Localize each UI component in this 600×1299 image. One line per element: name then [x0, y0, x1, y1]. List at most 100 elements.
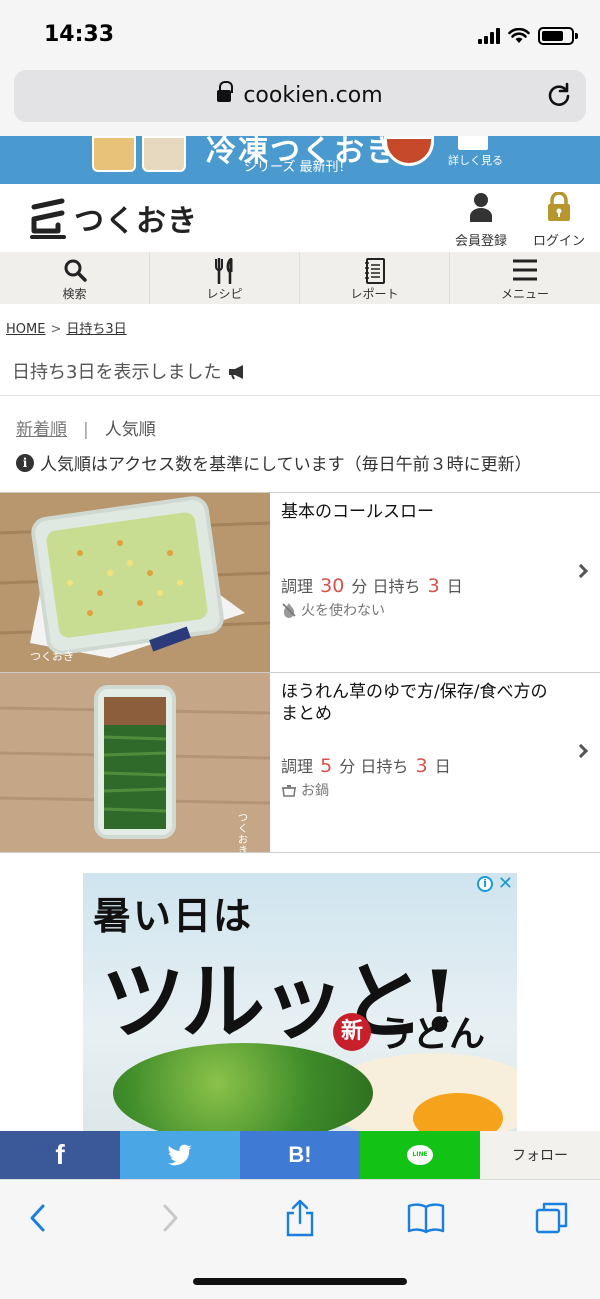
ranking-notice: i 人気順はアクセス数を基準にしています（毎日午前３時に更新）: [16, 450, 532, 475]
follow-button[interactable]: フォロー: [480, 1131, 600, 1179]
photo-watermark: つくおき: [238, 813, 248, 852]
breadcrumb-home-link[interactable]: HOME: [6, 322, 45, 337]
nav-label: 検索: [62, 287, 87, 301]
main-nav: 検索 レシピ レポート メニュー: [0, 252, 600, 304]
share-hatena-button[interactable]: B!: [240, 1131, 360, 1179]
login-label: ログイン: [532, 234, 585, 249]
cook-label: 調理: [281, 577, 314, 596]
lock-icon: [548, 191, 570, 221]
register-label: 会員登録: [454, 234, 507, 249]
url-display[interactable]: cookien.com: [14, 81, 586, 108]
minutes-unit: 分: [351, 577, 368, 596]
tabs-icon: [535, 1202, 568, 1234]
minutes-unit: 分: [339, 757, 356, 776]
keep-days: 3: [415, 755, 428, 777]
breadcrumb-current-link[interactable]: 日持ち3日: [66, 322, 126, 337]
browser-address-area: cookien.com: [0, 60, 600, 136]
divider: [0, 395, 600, 396]
battery-level: [542, 31, 563, 41]
hamburger-icon: [513, 259, 537, 281]
recipe-photo[interactable]: つくおき: [0, 493, 270, 672]
ad-info-icon[interactable]: i: [477, 876, 493, 892]
recipe-item[interactable]: つくおき ほうれん草のゆで方/保存/食べ方のまとめ 調理 5 分 日持ち 3 日…: [0, 673, 600, 853]
udon-advertisement[interactable]: 暑い日は ツルッと! 新 うどん i ✕: [83, 873, 517, 1131]
back-button[interactable]: [18, 1198, 58, 1238]
register-button[interactable]: 会員登録: [446, 192, 516, 249]
book-promo-banner[interactable]: 冷凍つくおき シリーズ 最新刊！ 詳しく見る: [0, 136, 600, 184]
nav-item-search[interactable]: 検索: [0, 252, 150, 304]
nav-label: レシピ: [206, 287, 243, 301]
chevron-right-icon[interactable]: [573, 563, 589, 579]
site-logo[interactable]: つくおき: [28, 188, 198, 248]
cook-time: 30: [320, 575, 345, 597]
logo-text: つくおき: [74, 204, 198, 239]
recipe-item[interactable]: つくおき 基本のコールスロー 調理 30 分 日持ち 3 日 火を使わない: [0, 493, 600, 673]
coleslaw-photo: [0, 493, 270, 672]
lock-icon: [217, 81, 234, 103]
line-icon: LINE: [407, 1145, 433, 1165]
notice-text: 人気順はアクセス数を基準にしています（毎日午前３時に更新）: [40, 455, 532, 475]
info-icon: i: [16, 453, 34, 472]
sort-popular-current: 人気順: [104, 420, 156, 440]
banner-subtitle: シリーズ 最新刊！: [244, 160, 352, 175]
ad-green-onion-image: [113, 1043, 373, 1131]
keep-label: 日持ち: [372, 577, 421, 596]
nav-item-recipe[interactable]: レシピ: [150, 252, 300, 304]
pot-icon: [282, 785, 296, 797]
bookmarks-button[interactable]: [406, 1198, 446, 1238]
recipe-title[interactable]: 基本のコールスロー: [281, 501, 561, 523]
home-indicator[interactable]: [193, 1278, 407, 1285]
banner-more-link[interactable]: 詳しく見る: [448, 152, 503, 168]
recipe-tag: 火を使わない: [281, 600, 385, 620]
signal-icon: [478, 28, 500, 44]
share-twitter-button[interactable]: [120, 1131, 240, 1179]
wifi-icon: [508, 28, 530, 43]
recipe-meta: 調理 30 分 日持ち 3 日: [281, 573, 463, 597]
forward-button[interactable]: [150, 1198, 190, 1238]
reload-icon[interactable]: [546, 82, 572, 108]
page-title: 日持ち3日を表示しました: [12, 358, 247, 384]
recipe-title[interactable]: ほうれん草のゆで方/保存/食べ方のまとめ: [281, 681, 561, 725]
no-fire-icon: [282, 603, 296, 618]
ad-new-badge: 新: [333, 1013, 371, 1051]
user-icon: [470, 193, 492, 222]
recipe-photo[interactable]: つくおき: [0, 673, 270, 852]
battery-icon: [538, 27, 578, 45]
tag-text: お鍋: [301, 783, 329, 799]
nav-item-menu[interactable]: メニュー: [450, 252, 600, 304]
utensils-icon: [214, 258, 232, 284]
page-title-text: 日持ち3日を表示しました: [12, 362, 222, 383]
sort-newest-link[interactable]: 新着順: [16, 420, 67, 440]
book-icon: [407, 1203, 445, 1234]
share-sheet-button[interactable]: [280, 1198, 320, 1238]
photo-watermark: つくおき: [30, 650, 74, 663]
chevron-right-icon[interactable]: [573, 743, 589, 759]
share-line-button[interactable]: LINE: [360, 1131, 480, 1179]
sort-options: 新着順 | 人気順: [16, 415, 156, 440]
twitter-bird-icon: [168, 1144, 192, 1166]
share-facebook-button[interactable]: f: [0, 1131, 120, 1179]
breadcrumb: HOME > 日持ち3日: [6, 318, 127, 337]
sort-separator: |: [83, 420, 89, 440]
tabs-button[interactable]: [532, 1198, 572, 1238]
site-header: つくおき 会員登録 ログイン: [0, 184, 600, 252]
megaphone-icon: [229, 365, 244, 380]
ad-close-icon[interactable]: ✕: [498, 875, 513, 893]
share-bar: f B! LINE フォロー: [0, 1131, 600, 1179]
nav-item-report[interactable]: レポート: [300, 252, 450, 304]
back-arrow-icon: [30, 1204, 45, 1232]
nav-label: メニュー: [500, 287, 549, 301]
tag-text: 火を使わない: [301, 603, 385, 619]
cook-label: 調理: [281, 757, 314, 776]
status-time: 14:33: [44, 22, 115, 47]
banner-food-image: [142, 136, 186, 172]
keep-label: 日持ち: [360, 757, 409, 776]
book-icon: [458, 136, 488, 150]
ad-product-name: うどん: [377, 1013, 486, 1055]
address-bar[interactable]: cookien.com: [14, 70, 586, 122]
login-button[interactable]: ログイン: [524, 191, 594, 249]
spinach-photo: [0, 673, 270, 852]
logo-mark-icon: [30, 198, 66, 239]
url-text: cookien.com: [243, 83, 383, 108]
recipe-meta: 調理 5 分 日持ち 3 日: [281, 753, 451, 777]
